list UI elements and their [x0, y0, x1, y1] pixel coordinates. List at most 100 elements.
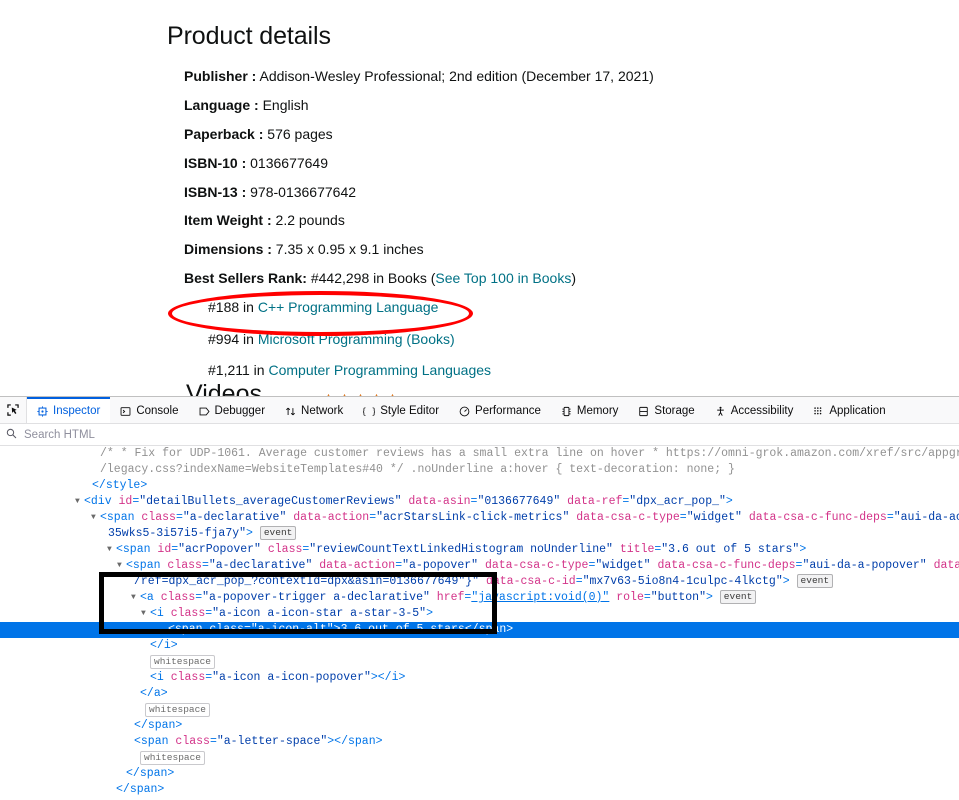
code-tag: i: [391, 671, 399, 684]
code-tag: a: [153, 687, 161, 700]
markup-line[interactable]: </span>: [0, 718, 959, 734]
event-badge[interactable]: event: [796, 574, 834, 588]
code-punct: =: [175, 511, 183, 524]
tab-debugger[interactable]: Debugger: [189, 397, 276, 423]
best-sellers-value: #442,298 in Books (: [306, 270, 436, 287]
code-val: "a-icon a-icon-star a-star-3-5": [212, 607, 427, 620]
code-tag: span: [106, 511, 135, 524]
code-punct: >: [725, 495, 733, 508]
console-icon: [120, 406, 131, 417]
performance-icon: [459, 406, 470, 417]
markup-line[interactable]: whitespace: [0, 654, 959, 670]
code-sp: [613, 543, 620, 556]
markup-line[interactable]: </span>: [0, 766, 959, 782]
tab-inspector[interactable]: Inspector: [27, 397, 111, 423]
markup-line[interactable]: whitespace: [0, 750, 959, 766]
markup-line[interactable]: <a class = "a-popover-trigger a-declarativ…: [0, 590, 959, 606]
code-punct: >: [160, 687, 168, 700]
detail-value: English: [258, 96, 309, 113]
tab-label: Debugger: [214, 405, 266, 417]
markup-view[interactable]: /* * Fix for UDP-1061. Average customer …: [0, 446, 959, 797]
code-sp: [164, 607, 171, 620]
style-editor-icon: { }: [363, 406, 375, 417]
search-html-bar[interactable]: [0, 424, 959, 446]
twisty-expanded-icon[interactable]: [107, 542, 116, 558]
search-input[interactable]: [22, 427, 322, 442]
code-punct: >: [375, 735, 383, 748]
code-sp: [651, 559, 658, 572]
subrank-category-link[interactable]: Microsoft Programming (Books): [258, 331, 455, 347]
tab-application[interactable]: Application: [803, 397, 895, 423]
code-attr: data-csa-c-type: [576, 511, 680, 524]
markup-line[interactable]: /ref=dpx_acr_pop_?contextId=dpx&asin=013…: [0, 574, 959, 590]
code-punct: >: [140, 479, 148, 492]
accessibility-icon: [715, 406, 726, 417]
detail-value: 978-0136677642: [246, 183, 357, 200]
detail-value: 576 pages: [263, 125, 333, 142]
tab-accessibility[interactable]: Accessibility: [705, 397, 804, 423]
code-sp: [253, 527, 260, 540]
markup-line[interactable]: <span class="a-declarative" data-action=…: [0, 558, 959, 574]
code-punct: >: [426, 607, 433, 620]
see-top-100-link[interactable]: See Top 100 in Books: [435, 270, 571, 286]
markup-line[interactable]: <i class="a-icon a-icon-star a-star-3-5"…: [0, 606, 959, 622]
subrank-category-link[interactable]: Computer Programming Languages: [268, 362, 491, 378]
tab-console[interactable]: Console: [110, 397, 188, 423]
tab-performance[interactable]: Performance: [449, 397, 551, 423]
code-sp: [261, 543, 268, 556]
markup-line[interactable]: <span id="acrPopover" class="reviewCount…: [0, 542, 959, 558]
tab-network[interactable]: Network: [275, 397, 353, 423]
markup-line[interactable]: <div id="detailBullets_averageCustomerRe…: [0, 494, 959, 510]
twisty-expanded-icon[interactable]: [131, 590, 140, 606]
code-punct: =: [209, 735, 217, 748]
markup-line[interactable]: </a>: [0, 686, 959, 702]
code-sp: [154, 591, 161, 604]
detail-value: 7.35 x 0.95 x 9.1 inches: [271, 241, 424, 258]
detail-value: Addison-Wesley Professional; 2nd edition…: [256, 68, 654, 84]
markup-line[interactable]: whitespace: [0, 702, 959, 718]
detail-label: Item Weight: [184, 212, 264, 229]
tab-label: Performance: [475, 405, 541, 417]
markup-line[interactable]: </style>: [0, 478, 959, 494]
markup-line[interactable]: <i class="a-icon a-icon-popover"></i>: [0, 670, 959, 686]
twisty-expanded-icon[interactable]: [75, 494, 84, 510]
subrank-category-link[interactable]: C++ Programming Language: [258, 299, 439, 315]
storage-icon: [638, 406, 649, 417]
detail-label: ISBN-10: [184, 154, 238, 171]
markup-line[interactable]: </span>: [0, 782, 959, 797]
inspector-icon: [37, 405, 48, 417]
markup-line[interactable]: </i>: [0, 638, 959, 654]
code-comment: /legacy.css?indexName=WebsiteTemplates#4…: [100, 463, 735, 476]
code-tag: span: [347, 735, 376, 748]
markup-line[interactable]: <span class="a-declarative" data-action=…: [0, 510, 959, 526]
best-sellers-subrank: #188 in C++ Programming Language: [184, 296, 959, 318]
event-badge[interactable]: event: [259, 526, 297, 540]
markup-line[interactable]: <span class="a-letter-space"></span>: [0, 734, 959, 750]
code-val: "mx7v63-5io8n4-1culpc-4lkctg": [582, 575, 783, 588]
tab-label: Style Editor: [380, 405, 440, 417]
code-punct: <: [150, 607, 157, 620]
event-badge[interactable]: event: [719, 590, 757, 604]
detail-label: Dimensions: [184, 241, 264, 258]
markup-line-selected[interactable]: <span class="a-icon-alt">3.6 out of 5 st…: [0, 622, 959, 638]
svg-text:{ }: { }: [363, 407, 375, 417]
tab-storage[interactable]: Storage: [628, 397, 704, 423]
code-val: "acrPopover": [178, 543, 261, 556]
code-val: "a-popover": [402, 559, 479, 572]
code-punct: >: [175, 719, 183, 732]
code-val: "a-letter-space": [216, 735, 328, 748]
markup-line[interactable]: 35wks5-3i57i5-fja7y"> event: [0, 526, 959, 542]
code-val: /ref=dpx_acr_pop_?contextId=dpx&asin=013…: [134, 575, 480, 588]
detail-label: Language: [184, 96, 251, 113]
twisty-expanded-icon[interactable]: [141, 606, 150, 622]
twisty-expanded-icon[interactable]: [91, 510, 100, 526]
markup-line[interactable]: /* * Fix for UDP-1061. Average customer …: [0, 446, 959, 462]
twisty-expanded-icon[interactable]: [117, 558, 126, 574]
code-val: 35wks5-3i57i5-fja7y": [108, 527, 247, 540]
tab-style-editor[interactable]: { } Style Editor: [353, 397, 449, 423]
code-comment: /* * Fix for UDP-1061. Average customer …: [100, 447, 959, 460]
tab-label: Memory: [576, 405, 619, 417]
markup-line[interactable]: /legacy.css?indexName=WebsiteTemplates#4…: [0, 462, 959, 478]
tab-memory[interactable]: Memory: [551, 397, 629, 423]
element-picker-icon[interactable]: [0, 397, 27, 423]
